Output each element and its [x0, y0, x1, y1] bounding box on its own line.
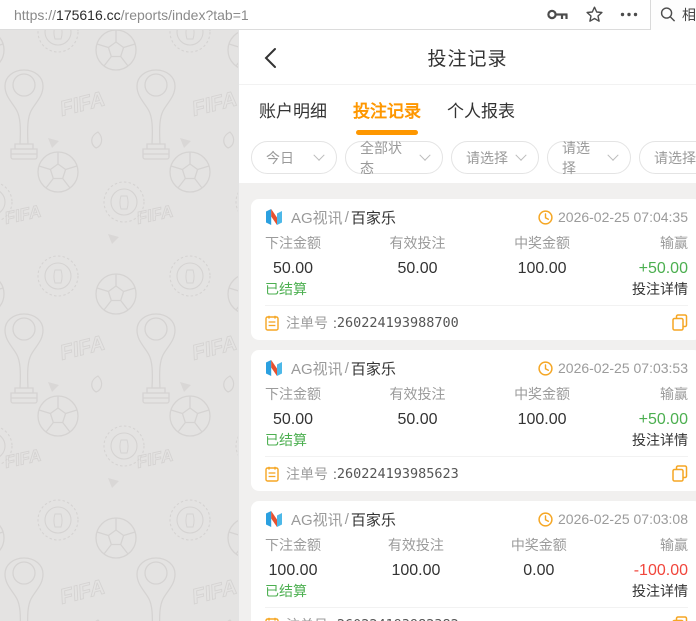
provider-name: AG视讯 [291, 209, 343, 227]
more-menu-icon[interactable] [620, 12, 638, 17]
bet-amount-value: 100.00 [268, 562, 318, 579]
win-amount-value: 100.00 [517, 260, 567, 277]
valid-bet-value: 50.00 [397, 411, 438, 428]
order-number-value: 260224193988700 [336, 314, 459, 331]
ag-provider-logo-icon [266, 360, 282, 376]
ag-provider-logo-icon [266, 209, 282, 225]
record-list: AG视讯 / 百家乐 2026-02-25 07:04:35 下注金额 50.0… [239, 183, 696, 621]
filter-date-dropdown[interactable]: 今日 [251, 141, 337, 174]
panel-header: 投注记录 [239, 30, 696, 85]
url-path: /reports/index?tab=1 [120, 6, 249, 23]
clock-icon [538, 209, 553, 225]
url-display[interactable]: https://175616.cc/reports/index?tab=1 [14, 7, 249, 23]
page-title: 投注记录 [427, 48, 508, 70]
valid-bet-value: 50.00 [397, 260, 438, 277]
record-time: 2026-02-25 07:03:53 [558, 360, 688, 376]
find-in-page-bar: 相 [651, 0, 696, 30]
provider-game-separator: / [344, 208, 349, 226]
tab-personal-report[interactable]: 个人报表 [447, 97, 515, 137]
order-number-value: 260224193982382 [337, 617, 459, 621]
filter-select-dropdown-1[interactable]: 请选择 [451, 141, 539, 174]
clock-icon [538, 360, 553, 376]
browser-address-bar: https://175616.cc/reports/index?tab=1 相 [0, 0, 696, 30]
record-time: 2026-02-25 07:03:08 [558, 511, 688, 527]
url-scheme: https:// [14, 6, 57, 23]
status-badge: 已结算 [265, 432, 307, 448]
bet-amount-label: 下注金额 [265, 386, 321, 402]
profit-value: +50.00 [638, 260, 688, 277]
game-name: 百家乐 [350, 209, 396, 227]
bet-detail-link[interactable]: 投注详情 [632, 279, 688, 299]
fifa-pattern-svg: FIFA FIFA [0, 30, 238, 621]
find-text: 相 [682, 6, 696, 23]
chevron-down-icon [313, 149, 325, 161]
key-icon[interactable] [547, 8, 569, 21]
provider-name: AG视讯 [291, 360, 343, 378]
tab-bar: 账户明细 投注记录 个人报表 [239, 85, 696, 137]
order-note-icon [265, 466, 279, 482]
order-number-value: 260224193985623 [336, 465, 459, 482]
valid-bet-label: 有效投注 [387, 537, 444, 553]
bet-amount-label: 下注金额 [265, 537, 321, 553]
provider-name: AG视讯 [291, 511, 343, 529]
order-note-icon [265, 315, 279, 331]
order-note-icon [265, 617, 279, 621]
back-chevron-icon[interactable] [263, 47, 279, 69]
order-number-label: 注单号 [286, 465, 328, 482]
profit-value: -100.00 [633, 562, 688, 579]
copy-icon[interactable] [672, 465, 688, 482]
profit-label: 输赢 [659, 235, 688, 251]
bet-records-panel: 投注记录 账户明细 投注记录 个人报表 今日 全部状态 请选择 请选择 请选择 … [238, 30, 696, 621]
status-badge: 已结算 [265, 583, 307, 599]
profit-label: 输赢 [659, 386, 688, 402]
game-name: 百家乐 [350, 511, 396, 529]
bet-record-card: AG视讯 / 百家乐 2026-02-25 07:04:35 下注金额 50.0… [251, 199, 696, 340]
bet-amount-value: 50.00 [272, 411, 314, 428]
tab-bet-records[interactable]: 投注记录 [353, 97, 421, 137]
record-time: 2026-02-25 07:04:35 [558, 209, 688, 225]
filter-select-dropdown-2[interactable]: 请选择 [547, 140, 631, 176]
bet-detail-link[interactable]: 投注详情 [632, 430, 688, 450]
bet-record-card: AG视讯 / 百家乐 2026-02-25 07:03:53 下注金额 50.0… [251, 350, 696, 491]
profit-value: +50.00 [638, 411, 688, 428]
ag-provider-logo-icon [266, 511, 282, 527]
win-amount-value: 100.00 [517, 411, 567, 428]
bet-record-card: AG视讯 / 百家乐 2026-02-25 07:03:08 下注金额 100.… [251, 501, 696, 621]
fifa-watermark-background: FIFA FIFA [0, 30, 238, 621]
order-number-label: 注单号 [286, 615, 328, 621]
win-amount-value: 0.00 [523, 562, 555, 579]
win-amount-label: 中奖金额 [514, 386, 571, 402]
clock-icon [538, 511, 553, 527]
win-amount-label: 中奖金额 [510, 537, 567, 553]
chevron-down-icon [419, 149, 431, 161]
copy-icon[interactable] [672, 314, 688, 331]
bet-amount-value: 50.00 [272, 260, 314, 277]
valid-bet-value: 100.00 [391, 562, 441, 579]
order-number-label: 注单号 [286, 314, 328, 331]
profit-label: 输赢 [659, 537, 688, 553]
chevron-down-icon [515, 149, 527, 161]
chevron-down-icon [607, 149, 619, 161]
game-name: 百家乐 [350, 360, 396, 378]
star-bookmark-icon[interactable] [586, 6, 603, 23]
search-icon[interactable] [660, 6, 676, 23]
filter-bar: 今日 全部状态 请选择 请选择 请选择 [239, 137, 696, 183]
status-badge: 已结算 [265, 281, 307, 297]
provider-game-separator: / [344, 359, 349, 377]
win-amount-label: 中奖金额 [514, 235, 571, 251]
bet-detail-link[interactable]: 投注详情 [632, 581, 688, 601]
copy-icon[interactable] [672, 616, 688, 621]
provider-game-separator: / [344, 510, 349, 528]
filter-select-dropdown-3[interactable]: 请选择 [639, 141, 696, 174]
valid-bet-label: 有效投注 [389, 386, 446, 402]
bet-amount-label: 下注金额 [265, 235, 321, 251]
url-host: 175616.cc [56, 6, 121, 23]
filter-status-dropdown[interactable]: 全部状态 [345, 140, 443, 176]
valid-bet-label: 有效投注 [389, 235, 446, 251]
tab-account-details[interactable]: 账户明细 [259, 97, 327, 137]
